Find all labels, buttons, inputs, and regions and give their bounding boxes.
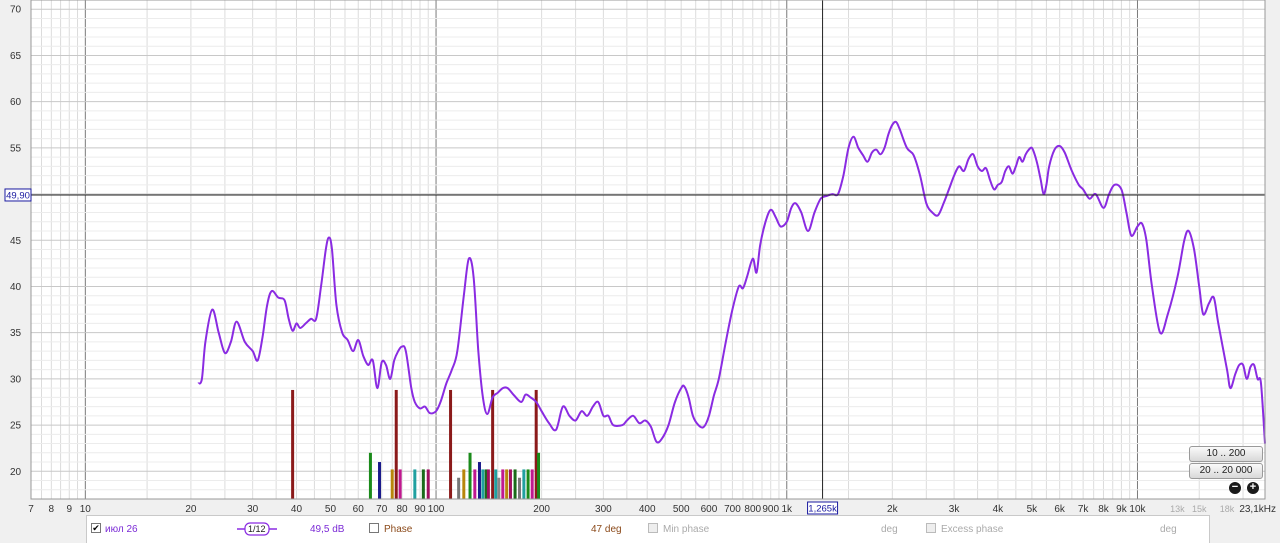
phase-value: 47 deg bbox=[591, 524, 622, 535]
x-tick-label: 10 bbox=[80, 504, 92, 515]
bar-mark bbox=[398, 469, 402, 499]
y-tick-label: 20 bbox=[10, 467, 22, 478]
x-tick-label: 13k bbox=[1170, 504, 1185, 514]
x-tick-label: 50 bbox=[325, 504, 337, 515]
measurement-checkbox[interactable]: ✔ bbox=[91, 523, 101, 533]
cursor-y-label: 49,90 bbox=[6, 190, 30, 201]
x-tick-label: 700 bbox=[724, 504, 741, 515]
bar-mark bbox=[526, 469, 530, 499]
x-tick-label: 3k bbox=[949, 504, 961, 515]
cursor-x-label: 1,265k bbox=[808, 504, 837, 515]
min-phase-unit: deg bbox=[881, 524, 898, 535]
bar-mark bbox=[468, 452, 472, 499]
x-tick-label: 9 bbox=[66, 504, 72, 515]
bar-mark bbox=[473, 469, 477, 499]
bar-mark bbox=[426, 469, 430, 499]
x-tick-label: 600 bbox=[701, 504, 718, 515]
bar-mark bbox=[530, 469, 534, 499]
x-tick-label: 300 bbox=[595, 504, 612, 515]
x-tick-label: 5k bbox=[1027, 504, 1039, 515]
x-tick-label: 10k bbox=[1129, 504, 1146, 515]
y-tick-label: 35 bbox=[10, 328, 22, 339]
bar-mark bbox=[537, 452, 541, 499]
bar-mark bbox=[518, 477, 522, 499]
y-tick-label: 30 bbox=[10, 374, 22, 385]
bar-mark bbox=[497, 477, 501, 499]
range-10-200-button[interactable]: 10 .. 200 bbox=[1189, 446, 1263, 462]
zoom-in-icon[interactable]: + bbox=[1247, 482, 1259, 494]
x-tick-label: 4k bbox=[993, 504, 1005, 515]
y-tick-label: 65 bbox=[10, 51, 22, 62]
x-tick-label: 2k bbox=[887, 504, 899, 515]
x-tick-label: 8k bbox=[1098, 504, 1110, 515]
x-tick-label: 9k bbox=[1116, 504, 1128, 515]
x-tick-label: 200 bbox=[533, 504, 550, 515]
bar-mark bbox=[508, 469, 512, 499]
bar-mark bbox=[457, 477, 461, 499]
x-axis-end-label: 23,1kHz bbox=[1239, 504, 1276, 515]
y-tick-label: 70 bbox=[10, 5, 22, 16]
bar-mark bbox=[390, 469, 394, 499]
x-tick-label: 20 bbox=[185, 504, 197, 515]
bar-mark bbox=[513, 469, 517, 499]
x-tick-label: 18k bbox=[1220, 504, 1235, 514]
min-phase-checkbox[interactable] bbox=[648, 523, 658, 533]
bar-mark bbox=[477, 462, 481, 499]
range-20-20000-button[interactable]: 20 .. 20 000 bbox=[1189, 463, 1263, 479]
bar-mark bbox=[449, 389, 453, 499]
bar-mark bbox=[291, 389, 295, 499]
min-phase-label: Min phase bbox=[663, 524, 710, 535]
phase-checkbox[interactable] bbox=[369, 523, 379, 533]
bar-mark bbox=[378, 462, 382, 499]
bar-mark bbox=[368, 452, 372, 499]
bar-mark bbox=[494, 469, 498, 499]
bar-mark bbox=[522, 469, 526, 499]
x-tick-label: 70 bbox=[376, 504, 388, 515]
y-tick-label: 25 bbox=[10, 421, 22, 432]
smoothing-label: 1/12 bbox=[248, 524, 266, 534]
spl-chart[interactable]: 2025303540455055606570789102030405060708… bbox=[0, 0, 1280, 515]
bar-mark bbox=[486, 469, 490, 499]
bar-mark bbox=[481, 469, 485, 499]
excess-phase-label: Excess phase bbox=[941, 524, 1004, 535]
x-tick-label: 1k bbox=[781, 504, 793, 515]
x-tick-label: 60 bbox=[353, 504, 365, 515]
x-tick-label: 800 bbox=[744, 504, 761, 515]
y-tick-label: 40 bbox=[10, 282, 22, 293]
bar-mark bbox=[501, 469, 505, 499]
zoom-out-icon[interactable]: − bbox=[1229, 482, 1241, 494]
y-tick-label: 45 bbox=[10, 236, 22, 247]
bar-mark bbox=[394, 389, 398, 499]
y-tick-label: 60 bbox=[10, 97, 22, 108]
bar-mark bbox=[421, 469, 425, 499]
excess-phase-unit: deg bbox=[1160, 524, 1177, 535]
x-tick-label: 400 bbox=[639, 504, 656, 515]
x-tick-label: 6k bbox=[1054, 504, 1066, 515]
bar-mark bbox=[505, 469, 509, 499]
level-value: 49,5 dB bbox=[310, 524, 345, 535]
bar-mark bbox=[462, 469, 466, 499]
bar-mark bbox=[413, 469, 417, 499]
x-tick-label: 30 bbox=[247, 504, 259, 515]
x-tick-label: 100 bbox=[428, 504, 445, 515]
x-tick-label: 40 bbox=[291, 504, 303, 515]
x-tick-label: 900 bbox=[762, 504, 779, 515]
x-tick-label: 7 bbox=[28, 504, 34, 515]
measurement-name: июл 26 bbox=[105, 524, 138, 535]
y-tick-label: 55 bbox=[10, 143, 22, 154]
x-tick-label: 80 bbox=[396, 504, 408, 515]
bar-mark bbox=[491, 389, 495, 499]
x-tick-label: 7k bbox=[1078, 504, 1090, 515]
x-tick-label: 500 bbox=[673, 504, 690, 515]
legend-panel: ✔ июл 26 1/12 49,5 dB Phase 47 deg Min p… bbox=[86, 515, 1210, 543]
x-tick-label: 8 bbox=[49, 504, 55, 515]
x-tick-label: 90 bbox=[414, 504, 426, 515]
phase-label: Phase bbox=[384, 524, 413, 535]
excess-phase-checkbox[interactable] bbox=[926, 523, 936, 533]
x-tick-label: 15k bbox=[1192, 504, 1207, 514]
